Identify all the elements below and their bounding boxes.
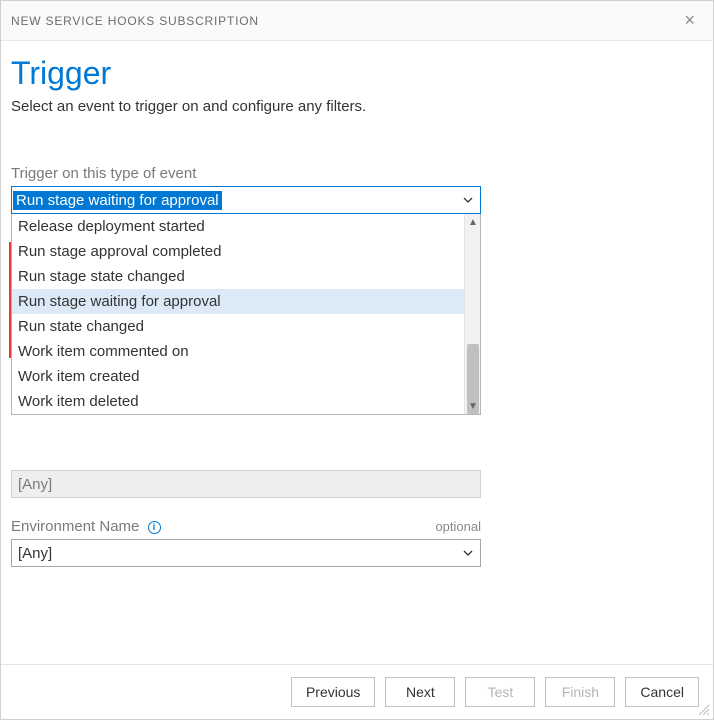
dialog-body: Trigger Select an event to trigger on an… xyxy=(1,41,713,664)
scroll-down-icon[interactable]: ▼ xyxy=(465,398,481,414)
event-type-option[interactable]: Run stage approval completed xyxy=(12,239,480,264)
page-title: Trigger xyxy=(11,55,703,92)
environment-combo[interactable]: [Any] xyxy=(11,539,481,567)
dialog-footer: Previous Next Test Finish Cancel xyxy=(1,664,713,719)
event-type-selected-text: Run stage waiting for approval xyxy=(13,191,222,210)
event-type-option[interactable]: Release deployment started xyxy=(12,214,480,239)
optional-label: optional xyxy=(435,519,481,534)
close-icon[interactable]: × xyxy=(678,6,701,35)
page-subtitle: Select an event to trigger on and config… xyxy=(11,98,703,115)
chevron-down-icon[interactable] xyxy=(462,547,474,559)
event-type-option[interactable]: Run stage state changed xyxy=(12,264,480,289)
dialog-window: NEW SERVICE HOOKS SUBSCRIPTION × Trigger… xyxy=(0,0,714,720)
previous-button[interactable]: Previous xyxy=(291,677,375,707)
pipeline-field-disabled: [Any] xyxy=(11,470,481,498)
event-type-option[interactable]: Work item created xyxy=(12,364,480,389)
event-type-dropdown: Release deployment startedRun stage appr… xyxy=(11,214,481,415)
event-type-label: Trigger on this type of event xyxy=(11,165,196,182)
chevron-down-icon[interactable] xyxy=(462,194,474,206)
event-type-combo[interactable]: Run stage waiting for approval xyxy=(11,186,481,214)
environment-combo-value: [Any] xyxy=(18,545,52,562)
environment-label: Environment Name xyxy=(11,518,139,535)
dropdown-scrollbar[interactable]: ▲ ▼ xyxy=(464,214,480,414)
test-button: Test xyxy=(465,677,535,707)
finish-button: Finish xyxy=(545,677,615,707)
info-icon[interactable]: i xyxy=(148,521,161,534)
scroll-up-icon[interactable]: ▲ xyxy=(465,214,481,230)
event-type-option[interactable]: Work item deleted xyxy=(12,389,480,414)
titlebar: NEW SERVICE HOOKS SUBSCRIPTION × xyxy=(1,1,713,41)
event-type-option[interactable]: Work item commented on xyxy=(12,339,480,364)
titlebar-title: NEW SERVICE HOOKS SUBSCRIPTION xyxy=(11,14,259,28)
resize-grip-icon[interactable] xyxy=(696,702,710,716)
cancel-button[interactable]: Cancel xyxy=(625,677,699,707)
lower-fields: [Any] Environment Name i optional [Any] xyxy=(11,470,703,567)
next-button[interactable]: Next xyxy=(385,677,455,707)
event-type-combo-wrap: Run stage waiting for approval Release d… xyxy=(11,186,481,214)
event-type-option[interactable]: Run state changed xyxy=(12,314,480,339)
event-type-option[interactable]: Run stage waiting for approval xyxy=(12,289,480,314)
pipeline-field-value: [Any] xyxy=(18,476,52,493)
